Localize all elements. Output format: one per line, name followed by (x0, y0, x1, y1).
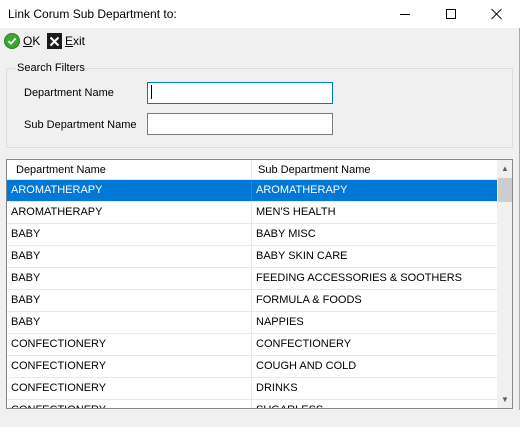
dialog-window: Link Corum Sub Department to: OK Exit Se… (0, 0, 520, 427)
title-bar[interactable]: Link Corum Sub Department to: (0, 0, 520, 28)
toolbar: OK Exit (0, 28, 520, 54)
search-filters-group: Search Filters (6, 62, 513, 148)
sub-department-name-cell[interactable]: BABY SKIN CARE (252, 246, 497, 267)
search-filters-title: Search Filters (15, 62, 87, 74)
exit-button[interactable]: Exit (47, 32, 85, 50)
sub-department-name-cell[interactable]: DRINKS (252, 378, 497, 399)
department-name-cell[interactable]: AROMATHERAPY (7, 180, 252, 201)
scroll-up-icon[interactable]: ▲ (497, 160, 512, 177)
table-row[interactable]: BABY BABY MISC (7, 224, 497, 246)
maximize-button[interactable] (428, 0, 474, 28)
sub-department-name-cell[interactable]: MEN'S HEALTH (252, 202, 497, 223)
text-caret (151, 85, 152, 99)
department-name-cell[interactable]: BABY (7, 224, 252, 245)
table-row[interactable]: BABY BABY SKIN CARE (7, 246, 497, 268)
close-button[interactable] (474, 0, 520, 28)
maximize-icon (446, 9, 456, 19)
ok-button[interactable]: OK (4, 32, 40, 50)
scroll-down-icon[interactable]: ▼ (497, 391, 512, 408)
close-icon (491, 8, 503, 20)
table-row[interactable]: BABY FORMULA & FOODS (7, 290, 497, 312)
results-grid[interactable]: Department Name Sub Department Name AROM… (6, 159, 513, 409)
minimize-icon (400, 13, 410, 15)
sub-department-name-cell[interactable]: COUGH AND COLD (252, 356, 497, 377)
grid-rows: AROMATHERAPY AROMATHERAPY AROMATHERAPY MEN'… (7, 180, 497, 408)
sub-department-name-label: Sub Department Name (24, 119, 137, 131)
table-row[interactable]: AROMATHERAPY AROMATHERAPY (7, 180, 497, 202)
sub-department-name-cell[interactable]: CONFECTIONERY (252, 334, 497, 355)
department-name-cell[interactable]: CONFECTIONERY (7, 400, 252, 408)
department-name-cell[interactable]: CONFECTIONERY (7, 356, 252, 377)
department-name-cell[interactable]: BABY (7, 312, 252, 333)
department-name-cell[interactable]: CONFECTIONERY (7, 378, 252, 399)
window-title: Link Corum Sub Department to: (8, 7, 177, 21)
sub-department-name-cell[interactable]: AROMATHERAPY (252, 180, 497, 201)
exit-button-label: Exit (65, 34, 86, 48)
sub-department-name-cell[interactable]: SUGARLESS (252, 400, 497, 408)
department-name-cell[interactable]: BABY (7, 268, 252, 289)
department-name-cell[interactable]: BABY (7, 290, 252, 311)
table-row[interactable]: CONFECTIONERY CONFECTIONERY (7, 334, 497, 356)
column-header-sub-department[interactable]: Sub Department Name (252, 160, 497, 180)
department-name-label: Department Name (24, 87, 114, 99)
department-name-input[interactable] (147, 82, 333, 104)
table-row[interactable]: BABY FEEDING ACCESSORIES & SOOTHERS (7, 268, 497, 290)
grid-header: Department Name Sub Department Name (7, 160, 497, 180)
bottom-strip (0, 410, 520, 427)
ok-button-label: OK (23, 34, 41, 48)
scrollbar-thumb[interactable] (498, 178, 512, 202)
sub-department-name-input[interactable] (147, 113, 333, 135)
department-name-cell[interactable]: CONFECTIONERY (7, 334, 252, 355)
vertical-scrollbar[interactable]: ▲ ▼ (497, 160, 512, 408)
green-check-icon (4, 33, 20, 49)
sub-department-name-cell[interactable]: NAPPIES (252, 312, 497, 333)
sub-department-name-cell[interactable]: FORMULA & FOODS (252, 290, 497, 311)
table-row[interactable]: BABY NAPPIES (7, 312, 497, 334)
table-row[interactable]: AROMATHERAPY MEN'S HEALTH (7, 202, 497, 224)
table-row[interactable]: CONFECTIONERY DRINKS (7, 378, 497, 400)
column-header-department[interactable]: Department Name (7, 160, 252, 180)
sub-department-name-cell[interactable]: FEEDING ACCESSORIES & SOOTHERS (252, 268, 497, 289)
table-row[interactable]: CONFECTIONERY COUGH AND COLD (7, 356, 497, 378)
department-name-cell[interactable]: BABY (7, 246, 252, 267)
exit-x-icon (47, 33, 62, 49)
table-row[interactable]: CONFECTIONERYSUGARLESS (7, 400, 497, 408)
department-name-cell[interactable]: AROMATHERAPY (7, 202, 252, 223)
sub-department-name-cell[interactable]: BABY MISC (252, 224, 497, 245)
minimize-button[interactable] (382, 0, 428, 28)
